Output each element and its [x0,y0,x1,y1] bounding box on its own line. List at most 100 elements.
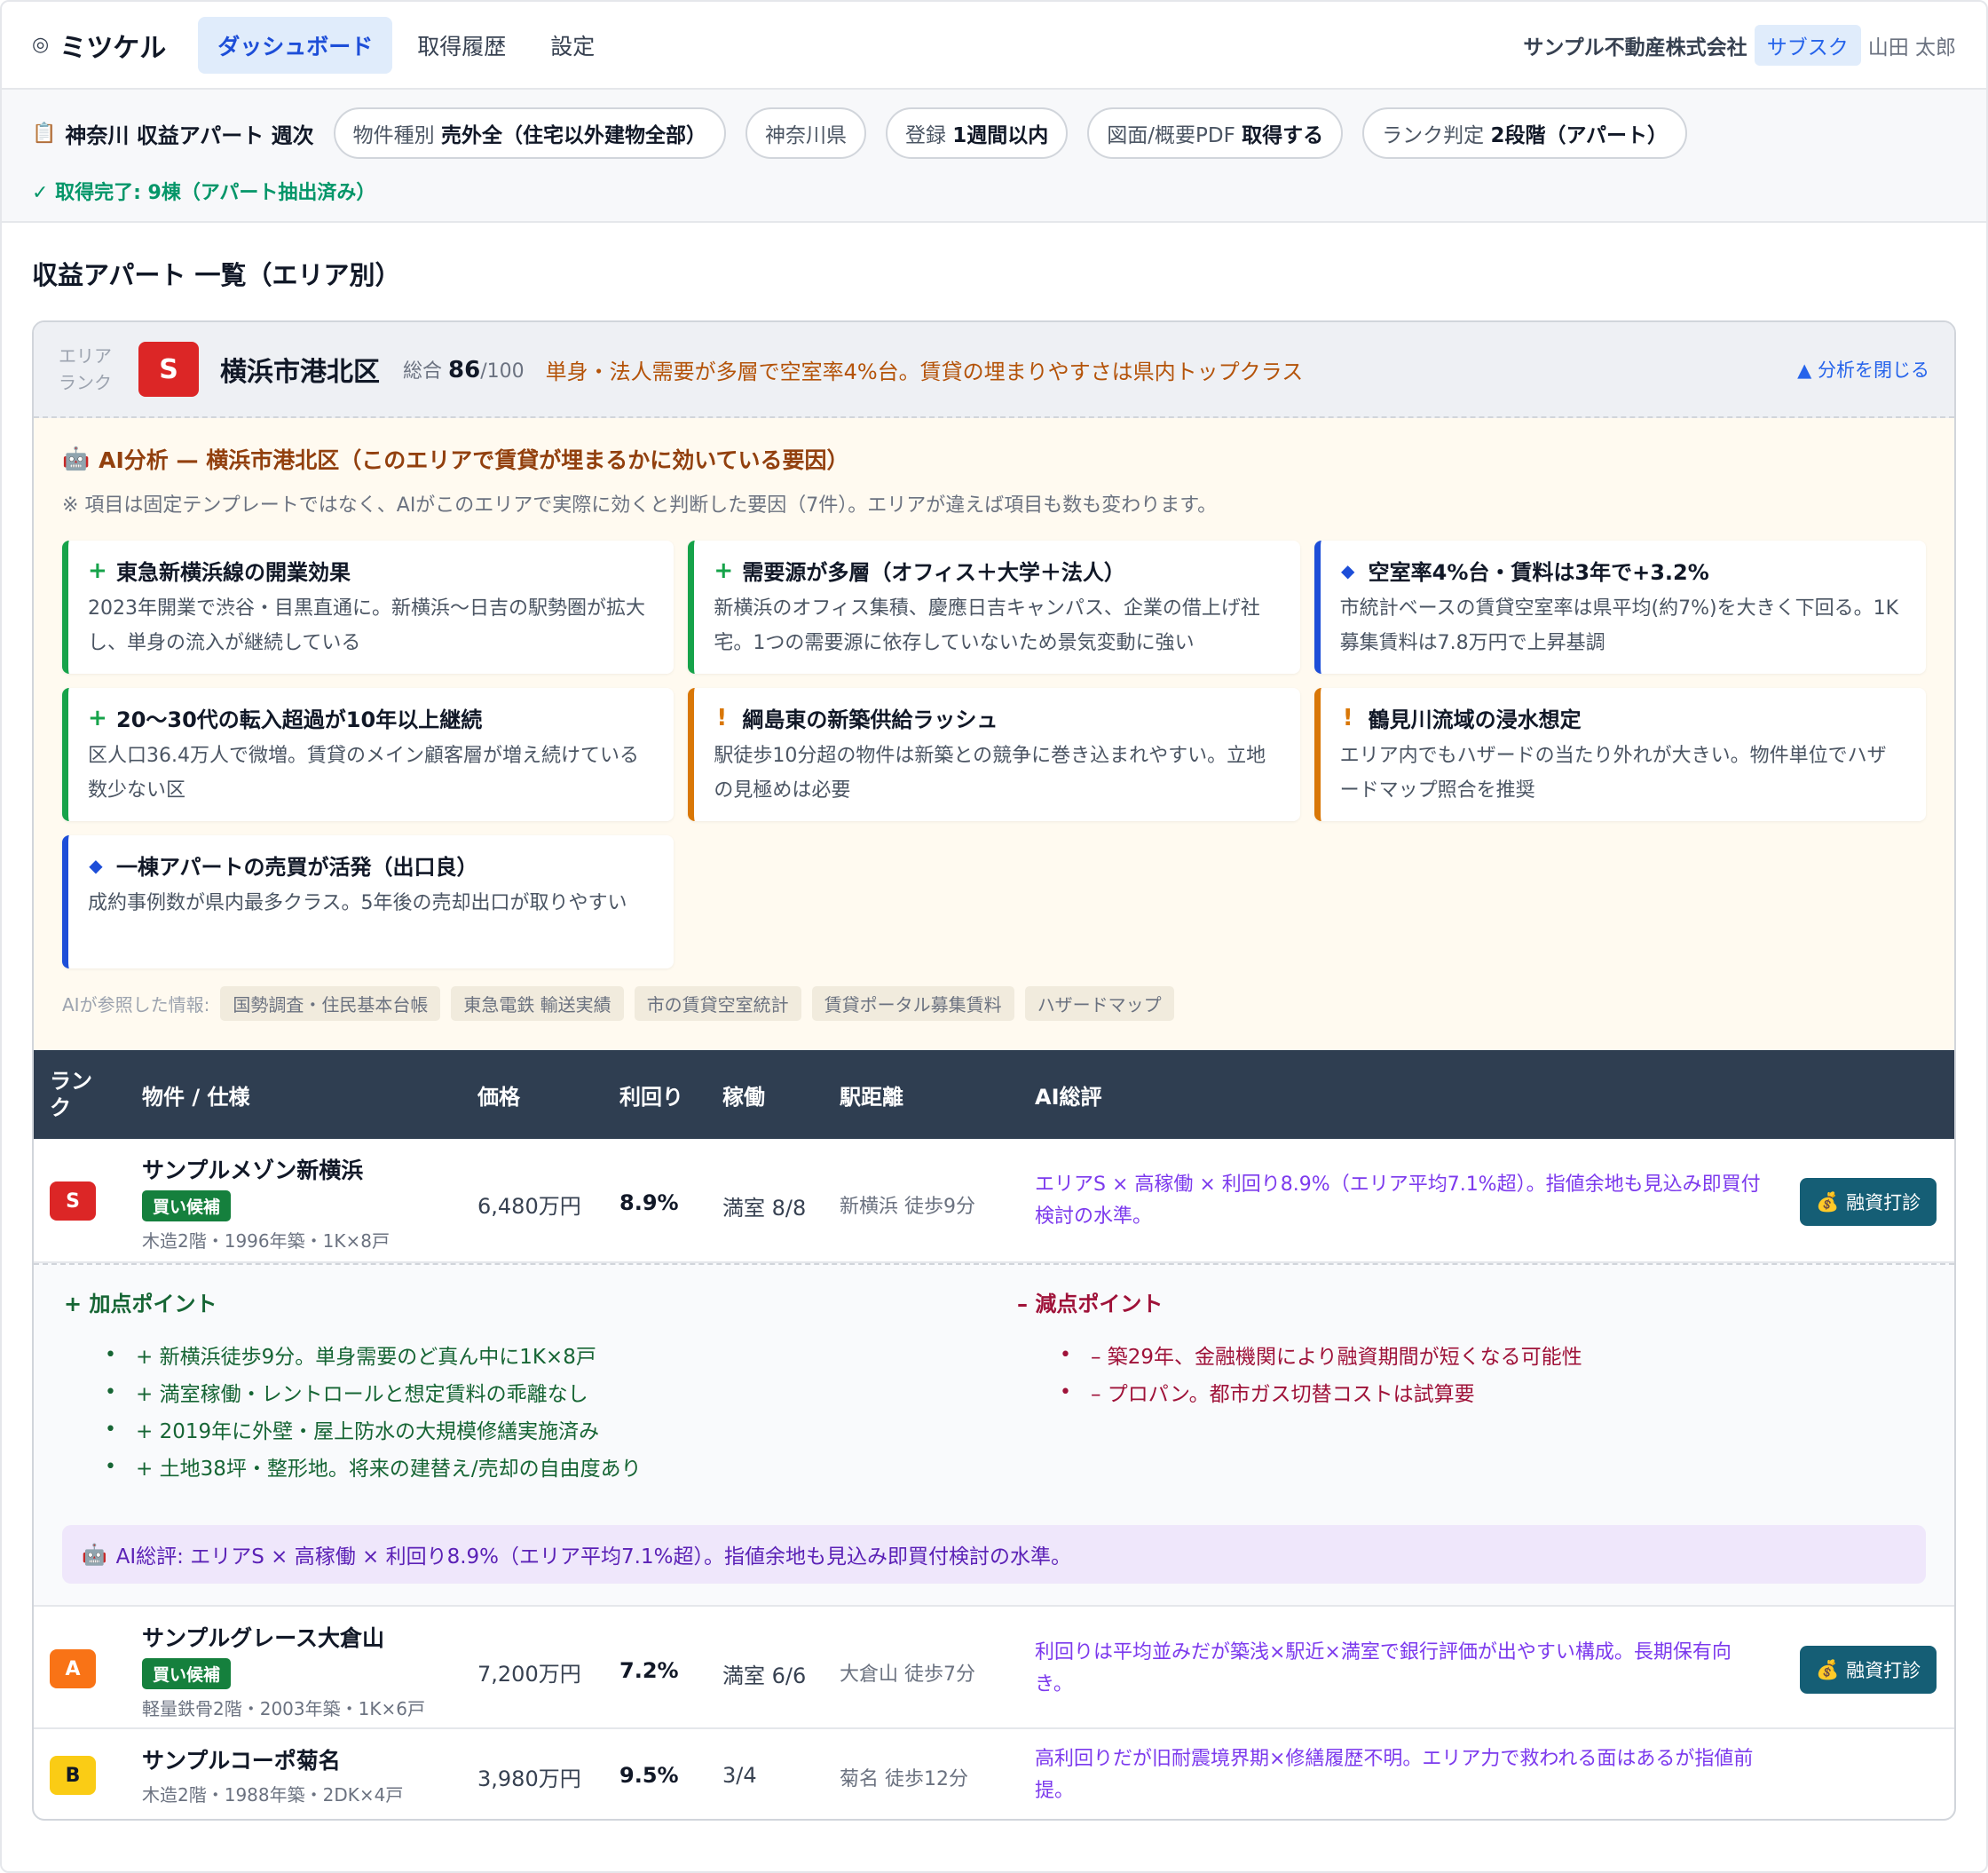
price: 7,200万円 [477,1662,581,1687]
chip-pdf[interactable]: 図面/概要PDF 取得する [1087,107,1344,159]
ai-title-text: AI分析 — 横浜市港北区（このエリアで賃貸が埋まるかに効いている要因） [99,447,849,473]
close-analysis-button[interactable]: ▲ 分析を閉じる [1797,356,1929,383]
station-distance: 新横浜 徒歩9分 [840,1196,975,1218]
property-spec: 木造2階・1996年築・1K×8戸 [142,1230,390,1252]
factor-card: ◆ 空室率4%台・賃料は3年で+3.2% 市統計ベースの賃貸空室率は県平均(約7%… [1314,541,1926,674]
factor-title: 20〜30代の転入超過が10年以上継続 [116,707,483,732]
chip-label: 物件種別 [352,124,435,147]
list-item: + 土地38坪・整形地。将来の建替え/売却の自由度あり [105,1448,642,1485]
robot-icon: 🤖 [82,1543,107,1567]
property-name[interactable]: サンプルメゾン新横浜 [142,1153,390,1185]
app-window: ◎ ミツケル ダッシュボード 取得履歴 設定 サンプル不動産株式会社 サブスク … [0,0,1988,1873]
area-rank-label-line2: ランク [59,372,112,393]
property-cell: サンプルメゾン新横浜 買い候補 木造2階・1996年築・1K×8戸 [142,1153,390,1253]
price: 6,480万円 [477,1194,581,1219]
table-row[interactable]: B サンプルコーポ菊名 木造2階・1988年築・2DK×4戸 3,980万円 9… [34,1729,1954,1819]
col-rank[interactable]: ランク [50,1068,99,1121]
chip-prefecture[interactable]: 神奈川県 [745,107,866,159]
rank-badge: B [50,1756,96,1795]
ref-tag: 市の賃貸空室統計 [634,986,801,1021]
loan-inquiry-button[interactable]: 💰 融資打診 [1800,1646,1937,1694]
ai-analysis-title: 🤖 AI分析 — 横浜市港北区（このエリアで賃貸が埋まるかに効いている要因） [62,443,1926,475]
rank-badge: S [50,1181,96,1221]
factor-body: 駅徒歩10分超の物件は新築との競争に巻き込まれやすい。立地の見極めは必要 [714,745,1266,802]
chip-label: 登録 [904,124,946,147]
table-row[interactable]: S サンプルメゾン新横浜 買い候補 木造2階・1996年築・1K×8戸 6,48… [34,1139,1954,1263]
chip-label: ランク判定 [1382,124,1485,147]
col-occupancy[interactable]: 稼働 [722,1079,765,1110]
plus-icon: + [714,557,734,584]
top-nav: ◎ ミツケル ダッシュボード 取得履歴 設定 サンプル不動産株式会社 サブスク … [2,2,1986,90]
table-row[interactable]: A サンプルグレース大倉山 買い候補 軽量鉄骨2階・2003年築・1K×6戸 7… [34,1605,1954,1729]
plus-icon: + [88,704,107,731]
list-item: + 新横浜徒歩9分。単身需要のど真ん中に1K×8戸 [105,1336,642,1373]
user-name[interactable]: 山田 太郎 [1868,30,1956,60]
col-property[interactable]: 物件 / 仕様 [142,1079,249,1110]
factor-grid: + 東急新横浜線の開業効果 2023年開業で渋谷・目黒直通に。新横浜〜日吉の駅勢圏… [62,541,1926,968]
chip-label: 図面/概要PDF [1107,124,1235,147]
factor-title: 鶴見川流域の浸水想定 [1368,707,1582,732]
ai-comment: 利回りは平均並みだが築浅×駅近×満室で銀行評価が出やすい構成。長期保有向き。 [1035,1641,1732,1695]
chip-rank-mode[interactable]: ランク判定 2段階（アパート） [1362,107,1688,159]
minus-points-title: – 減点ポイント [1017,1292,1164,1316]
money-bag-icon: 💰 [1816,1190,1840,1213]
factor-card: +20〜30代の転入超過が10年以上継続 区人口36.4万人で微増。賃貸のメイン… [62,688,674,821]
logo-text: ミツケル [59,32,167,64]
property-cell: サンプルコーポ菊名 木造2階・1988年築・2DK×4戸 [142,1743,403,1806]
ai-comment: 高利回りだが旧耐震境界期×修繕履歴不明。エリア力で救われる面はあるが指値前提。 [1035,1748,1754,1802]
price: 3,980万円 [477,1766,581,1791]
factor-card: + 東急新横浜線の開業効果 2023年開業で渋谷・目黒直通に。新横浜〜日吉の駅勢圏… [62,541,674,674]
query-bar: 📋 神奈川 収益アパート 週次 物件種別 売外全（住宅以外建物全部） 神奈川県 … [2,90,1986,223]
list-item: – 築29年、金融機関により融資期間が短くなる可能性 [1060,1336,1582,1373]
property-name[interactable]: サンプルコーポ菊名 [142,1743,403,1775]
refs-label: AIが参照した情報: [62,994,210,1016]
row-detail: + 加点ポイント + 新横浜徒歩9分。単身需要のど真ん中に1K×8戸 + 満室稼… [34,1263,1954,1605]
occupancy: 3/4 [722,1763,757,1788]
logo-mark-icon: ◎ [32,34,50,56]
yield: 9.5% [619,1763,679,1788]
property-name[interactable]: サンプルグレース大倉山 [142,1621,425,1653]
factor-title: 綱島東の新築供給ラッシュ [742,707,998,732]
ref-tag: 賃貸ポータル募集賃料 [811,986,1014,1021]
factor-card: ! 綱島東の新築供給ラッシュ 駅徒歩10分超の物件は新築との競争に巻き込まれやすい… [688,688,1300,821]
tab-settings[interactable]: 設定 [531,17,614,74]
tab-history[interactable]: 取得履歴 [398,17,525,74]
factor-body: エリア内でもハザードの当たり外れが大きい。物件単位でハザードマップ照合を推奨 [1339,745,1887,802]
station-distance: 大倉山 徒歩7分 [840,1664,975,1686]
factor-title: 一棟アパートの売買が活発（出口良） [116,855,478,880]
diamond-icon: ◆ [1340,559,1355,581]
area-rank-label-line1: エリア [59,345,112,367]
area-header: エリア ランク S 横浜市港北区 総合 86/100 単身・法人需要が多層で空室… [34,322,1954,418]
ref-tag: 国勢調査・住民基本台帳 [220,986,441,1021]
loan-button-label: 融資打診 [1846,1192,1921,1213]
station-distance: 菊名 徒歩12分 [840,1768,968,1790]
ai-summary-text: AI総評: エリアS × 高稼働 × 利回り8.9%（エリア平均7.1%超）。指… [115,1545,1071,1569]
loan-inquiry-button[interactable]: 💰 融資打診 [1800,1178,1937,1226]
chip-value: 取得する [1242,124,1324,147]
yield: 7.2% [619,1658,679,1683]
ai-comment: エリアS × 高稼働 × 利回り8.9%（エリア平均7.1%超）。指値余地も見込… [1035,1174,1761,1228]
ref-tag: ハザードマップ [1024,986,1174,1021]
factor-title: 空室率4%台・賃料は3年で+3.2% [1368,560,1709,585]
col-yield[interactable]: 利回り [619,1079,683,1110]
section-title: 収益アパート 一覧（エリア別） [32,260,401,290]
chip-registration[interactable]: 登録 1週間以内 [885,107,1069,159]
logo[interactable]: ◎ ミツケル [32,26,166,65]
occupancy: 満室 8/8 [722,1196,807,1221]
chip-property-type[interactable]: 物件種別 売外全（住宅以外建物全部） [333,107,726,159]
company-name: サンプル不動産株式会社 [1523,36,1747,59]
robot-icon: 🤖 [62,446,91,471]
loan-button-label: 融資打診 [1846,1660,1921,1681]
chip-label: 神奈川県 [764,124,847,147]
score-label: 総合 [403,360,443,383]
col-price[interactable]: 価格 [477,1079,520,1110]
col-station[interactable]: 駅距離 [840,1079,903,1110]
clipboard-icon: 📋 [32,122,57,145]
factor-title: 東急新横浜線の開業効果 [116,560,351,585]
property-spec: 軽量鉄骨2階・2003年築・1K×6戸 [142,1698,425,1719]
factor-body: 2023年開業で渋谷・目黒直通に。新横浜〜日吉の駅勢圏が拡大し、単身の流入が継続… [88,597,645,654]
tab-dashboard[interactable]: ダッシュボード [198,16,393,74]
col-ai[interactable]: AI総評 [1035,1079,1102,1110]
list-item: – プロパン。都市ガス切替コストは試算要 [1060,1373,1582,1411]
rank-badge: A [50,1649,96,1688]
